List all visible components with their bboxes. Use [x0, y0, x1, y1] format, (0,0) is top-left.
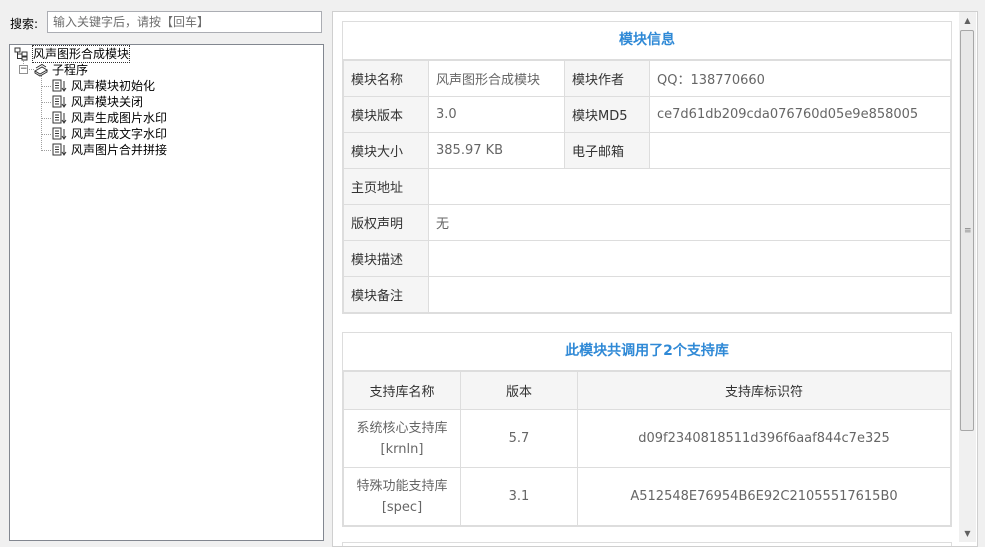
library-name-cell: 系统核心支持库 [krnln]: [343, 409, 461, 468]
table-row: 系统核心支持库 [krnln] 5.7 d09f2340818511d396f6…: [343, 409, 951, 468]
tree-item[interactable]: 风声生成图片水印: [52, 110, 167, 126]
library-guid: d09f2340818511d396f6aaf844c7e325: [577, 409, 951, 468]
tree-item[interactable]: 风声模块初始化: [52, 78, 155, 94]
tree-item-label: 风声生成图片水印: [71, 111, 168, 125]
table-row: 模块版本 3.0 模块MD5 ce7d61db209cda076760d05e9…: [343, 96, 951, 133]
scroll-grip-icon: ≡: [964, 226, 972, 236]
details-pane: 模块信息 模块名称 风声图形合成模块 模块作者 QQ：138770660 模块版…: [332, 11, 978, 547]
module-info-panel: 模块信息 模块名称 风声图形合成模块 模块作者 QQ：138770660 模块版…: [342, 21, 952, 314]
email-value: [649, 132, 951, 169]
module-tree-icon: [14, 47, 30, 61]
remarks-label: 模块备注: [343, 276, 429, 313]
remarks-value: [428, 276, 951, 313]
books-icon: [33, 63, 49, 77]
tree-connector: [41, 150, 51, 151]
libraries-title: 此模块共调用了2个支持库: [343, 333, 951, 371]
table-row: 模块备注: [343, 276, 951, 313]
subroutine-icon: [52, 111, 68, 125]
module-size-value: 385.97 KB: [428, 132, 565, 169]
homepage-value: [428, 168, 951, 205]
tree-group-label: 子程序: [52, 63, 89, 77]
scroll-down-arrow[interactable]: ▼: [959, 525, 976, 542]
copyright-label: 版权声明: [343, 204, 429, 241]
column-header: 支持库标识符: [577, 371, 951, 410]
table-row: 模块大小 385.97 KB 电子邮箱: [343, 132, 951, 169]
table-row: 版权声明 无: [343, 204, 951, 241]
vertical-scrollbar[interactable]: ▲ ≡ ▼: [959, 12, 976, 542]
description-label: 模块描述: [343, 240, 429, 277]
tree-connector: [41, 102, 51, 103]
library-version: 5.7: [460, 409, 578, 468]
scroll-thumb[interactable]: ≡: [960, 30, 974, 431]
description-value: [428, 240, 951, 277]
column-header: 版本: [460, 371, 578, 410]
library-name: 特殊功能支持库: [356, 478, 448, 494]
table-row: 模块名称 风声图形合成模块 模块作者 QQ：138770660: [343, 60, 951, 97]
tree-item[interactable]: 风声模块关闭: [52, 94, 143, 110]
table-row: 模块描述: [343, 240, 951, 277]
tree-group-node[interactable]: 子程序: [33, 62, 88, 78]
module-tree[interactable]: 风声图形合成模块 − 子程序 风声模块初始化 风声模块关闭 风声生成图片水印 风…: [9, 44, 324, 541]
library-version: 3.1: [460, 467, 578, 526]
module-author-label: 模块作者: [564, 60, 650, 97]
table-header-row: 支持库名称 版本 支持库标识符: [343, 371, 951, 410]
library-name-cell: 特殊功能支持库 [spec]: [343, 467, 461, 526]
module-md5-label: 模块MD5: [564, 96, 650, 133]
email-label: 电子邮箱: [564, 132, 650, 169]
subroutine-icon: [52, 127, 68, 141]
tree-item-label: 风声模块关闭: [71, 95, 144, 109]
search-input[interactable]: [47, 11, 322, 33]
module-size-label: 模块大小: [343, 132, 429, 169]
tree-connector: [41, 134, 51, 135]
tree-root-node[interactable]: 风声图形合成模块: [14, 45, 131, 63]
homepage-label: 主页地址: [343, 168, 429, 205]
tree-item-label: 风声模块初始化: [71, 79, 156, 93]
subroutine-icon: [52, 79, 68, 93]
libraries-panel: 此模块共调用了2个支持库 支持库名称 版本 支持库标识符 系统核心支持库 [kr…: [342, 332, 952, 527]
search-label: 搜索:: [10, 17, 39, 31]
scroll-up-arrow[interactable]: ▲: [959, 12, 976, 29]
table-row: 主页地址: [343, 168, 951, 205]
tree-item[interactable]: 风声图片合并拼接: [52, 142, 167, 158]
table-row: 特殊功能支持库 [spec] 3.1 A512548E76954B6E92C21…: [343, 467, 951, 526]
tree-connector: [41, 118, 51, 119]
next-panel-edge: [342, 542, 952, 546]
module-md5-value: ce7d61db209cda076760d05e9e858005: [649, 96, 951, 133]
left-pane: 搜索: 风声图形合成模块 −: [0, 0, 330, 547]
copyright-value: 无: [428, 204, 951, 241]
module-version-value: 3.0: [428, 96, 565, 133]
libraries-table: 支持库名称 版本 支持库标识符 系统核心支持库 [krnln] 5.7 d09f…: [343, 371, 951, 526]
module-author-value: QQ：138770660: [649, 60, 951, 97]
tree-item-label: 风声生成文字水印: [71, 127, 168, 141]
tree-item[interactable]: 风声生成文字水印: [52, 126, 167, 142]
column-header: 支持库名称: [343, 371, 461, 410]
collapse-toggle[interactable]: −: [19, 65, 28, 74]
module-version-label: 模块版本: [343, 96, 429, 133]
library-name: 系统核心支持库: [356, 420, 448, 436]
tree-root-label: 风声图形合成模块: [31, 45, 131, 63]
subroutine-icon: [52, 95, 68, 109]
subroutine-icon: [52, 143, 68, 157]
tree-item-label: 风声图片合并拼接: [71, 143, 168, 157]
library-id: [krnln]: [380, 441, 424, 457]
tree-connector: [41, 86, 51, 87]
library-guid: A512548E76954B6E92C21055517615B0: [577, 467, 951, 526]
module-name-label: 模块名称: [343, 60, 429, 97]
module-name-value: 风声图形合成模块: [428, 60, 565, 97]
module-info-table: 模块名称 风声图形合成模块 模块作者 QQ：138770660 模块版本 3.0…: [343, 60, 951, 313]
library-id: [spec]: [381, 499, 423, 515]
module-info-title: 模块信息: [343, 22, 951, 60]
